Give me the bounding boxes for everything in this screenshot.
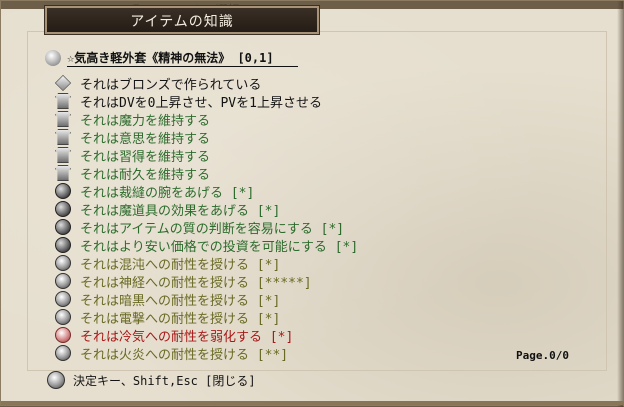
list-item: それは意思を維持する bbox=[55, 128, 575, 147]
list-item: それはアイテムの質の判断を容易にする [*] bbox=[55, 218, 575, 237]
footer-hint-text: 決定キー、Shift,Esc [閉じる] bbox=[73, 373, 256, 388]
orb-icon bbox=[55, 309, 71, 325]
list-item-text: それはより安い価格での投資を可能にする [*] bbox=[80, 239, 359, 255]
list-item-text: それは暗黒への耐性を授ける [*] bbox=[80, 293, 281, 309]
list-item: それは神経への耐性を授ける [*****] bbox=[55, 272, 575, 291]
item-name: ☆気高き軽外套《精神の無法》 [0,1] bbox=[67, 49, 298, 67]
armor-icon bbox=[55, 111, 71, 127]
list-item: それは火炎への耐性を授ける [**] bbox=[55, 344, 575, 363]
bottom-edge bbox=[1, 401, 624, 405]
window-title: アイテムの知識 bbox=[130, 14, 234, 30]
footer-hint: 決定キー、Shift,Esc [閉じる] bbox=[47, 371, 256, 389]
heart-orb-icon bbox=[55, 327, 71, 343]
knowledge-list: それはブロンズで作られている それはDVを0上昇させ、PVを1上昇させる それは… bbox=[54, 74, 575, 363]
list-item: それは冷気への耐性を弱化する [*] bbox=[55, 326, 575, 345]
list-item: それはより安い価格での投資を可能にする [*] bbox=[55, 236, 575, 255]
hand-icon bbox=[55, 219, 71, 235]
armor-icon bbox=[55, 147, 71, 163]
edge-shadow bbox=[617, 1, 623, 407]
list-item-text: それは冷気への耐性を弱化する [*] bbox=[80, 329, 294, 345]
list-item-text: それは火炎への耐性を授ける [**] bbox=[80, 347, 289, 363]
shirt-icon bbox=[55, 93, 71, 109]
list-item: それは耐久を維持する bbox=[55, 164, 575, 183]
list-item: それは電撃への耐性を授ける [*] bbox=[55, 308, 575, 327]
item-orb-icon bbox=[45, 50, 61, 66]
list-item-text: それは電撃への耐性を授ける [*] bbox=[80, 311, 281, 327]
list-item-text: それは神経への耐性を授ける [*****] bbox=[80, 275, 312, 291]
list-item: それは習得を維持する bbox=[55, 146, 575, 165]
window-title-box: アイテムの知識 bbox=[45, 6, 319, 34]
item-header: ☆気高き軽外套《精神の無法》 [0,1] bbox=[45, 49, 298, 67]
list-item-text: それはアイテムの質の判断を容易にする [*] bbox=[80, 221, 345, 237]
hand-icon bbox=[55, 201, 71, 217]
list-item: それはブロンズで作られている bbox=[54, 74, 575, 93]
hand-icon bbox=[55, 237, 71, 253]
diamond-icon bbox=[54, 74, 72, 92]
hand-icon bbox=[55, 183, 71, 199]
list-item: それは裁縫の腕をあげる [*] bbox=[55, 182, 575, 201]
list-item: それはDVを0上昇させ、PVを1上昇させる bbox=[55, 92, 575, 111]
hint-orb-icon bbox=[47, 371, 65, 389]
list-item-text: それはDVを0上昇させ、PVを1上昇させる bbox=[80, 95, 322, 111]
armor-icon bbox=[55, 165, 71, 181]
orb-icon bbox=[55, 345, 71, 361]
list-item-text: それは魔力を維持する bbox=[80, 113, 211, 129]
list-item-text: それは魔道具の効果をあげる [*] bbox=[80, 203, 281, 219]
page-indicator: Page.0/0 bbox=[516, 349, 569, 362]
orb-icon bbox=[55, 255, 71, 271]
orb-icon bbox=[55, 273, 71, 289]
list-item: それは魔道具の効果をあげる [*] bbox=[55, 200, 575, 219]
orb-icon bbox=[55, 291, 71, 307]
list-item-text: それは意思を維持する bbox=[80, 131, 211, 147]
list-item-text: それは混沌への耐性を授ける [*] bbox=[80, 257, 281, 273]
armor-icon bbox=[55, 129, 71, 145]
list-item: それは暗黒への耐性を授ける [*] bbox=[55, 290, 575, 309]
list-item-text: それは習得を維持する bbox=[80, 149, 211, 165]
knowledge-window: …取るアイテムの選択 アイテムの知識 ☆気高き軽外套《精神の無法》 [0,1] … bbox=[0, 0, 624, 407]
list-item-text: それはブロンズで作られている bbox=[80, 77, 262, 93]
list-item-text: それは耐久を維持する bbox=[80, 167, 211, 183]
list-item: それは混沌への耐性を授ける [*] bbox=[55, 254, 575, 273]
list-item: それは魔力を維持する bbox=[55, 110, 575, 129]
list-item-text: それは裁縫の腕をあげる [*] bbox=[80, 185, 255, 201]
